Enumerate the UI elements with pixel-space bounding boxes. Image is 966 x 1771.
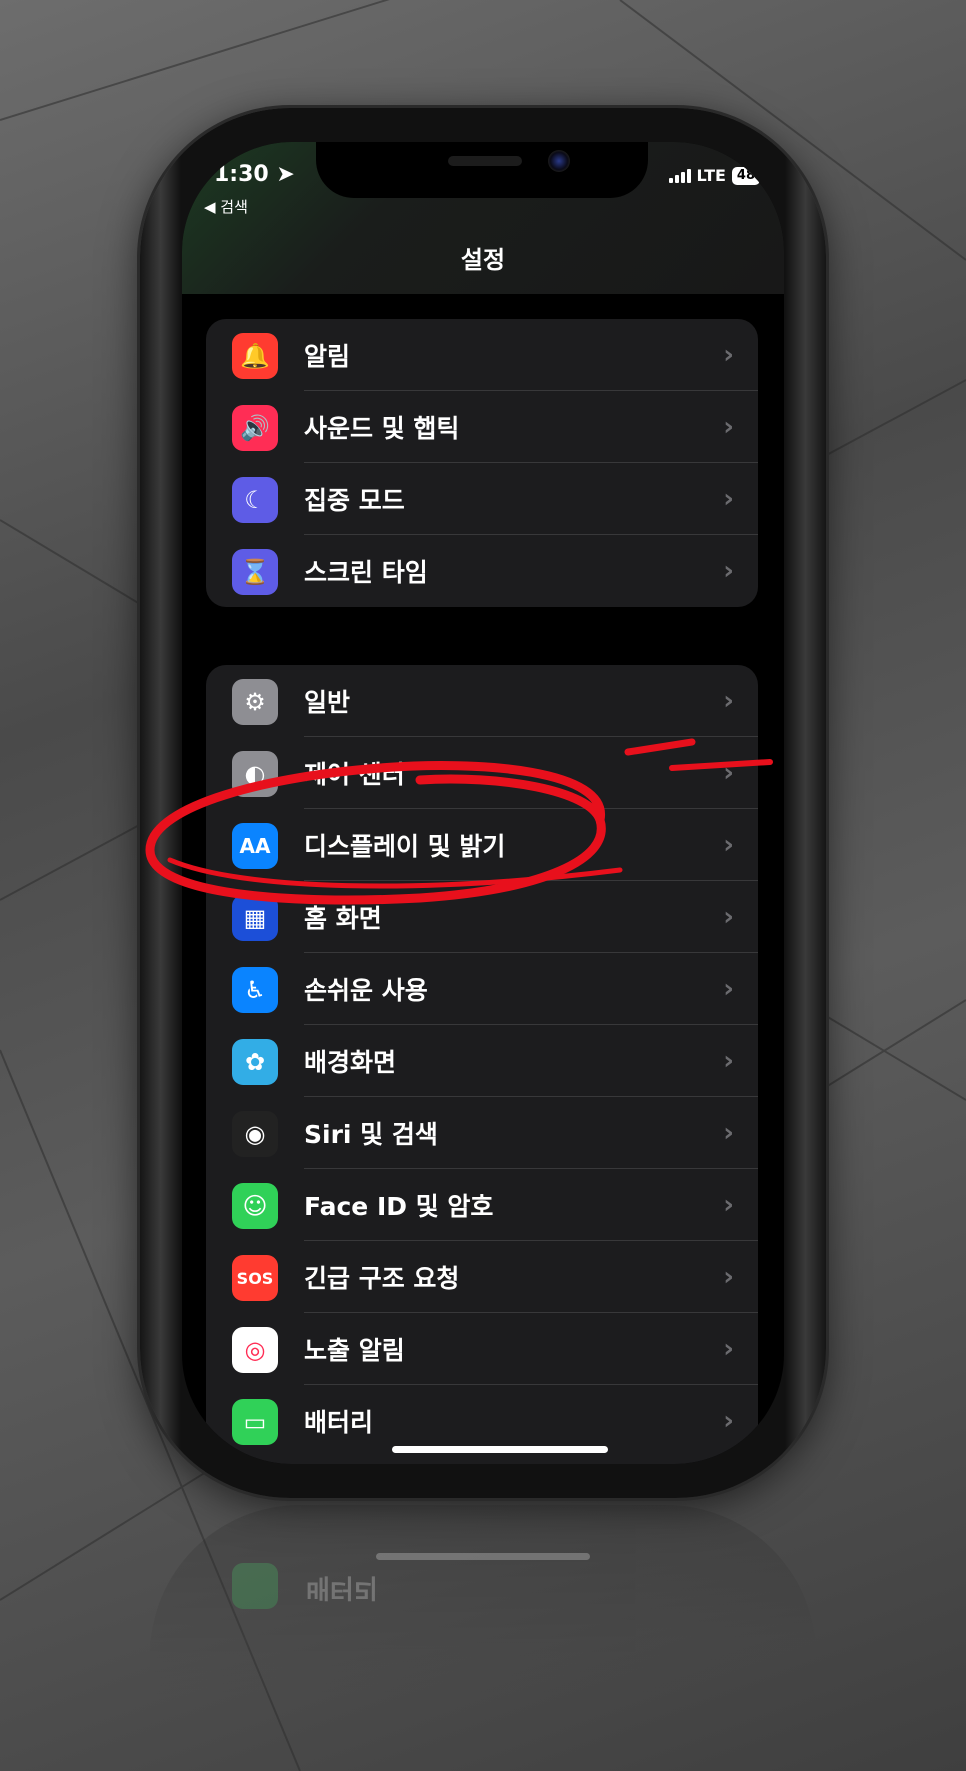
settings-row-label: 손쉬운 사용	[304, 976, 428, 1005]
settings-row-label: 사운드 및 햅틱	[304, 414, 460, 443]
settings-row[interactable]: SOS 긴급 구조 요청 ›	[206, 1241, 758, 1313]
chevron-right-icon: ›	[723, 412, 734, 442]
settings-row-label: 알림	[304, 342, 351, 371]
chevron-right-icon: ›	[723, 1406, 734, 1436]
settings-row[interactable]: AA 디스플레이 및 밝기 ›	[206, 809, 758, 881]
status-time: 1:30 ➤	[214, 162, 295, 187]
chevron-right-icon: ›	[723, 1262, 734, 1292]
settings-row[interactable]: ◐ 제어 센터 ›	[206, 737, 758, 809]
hourglass-icon: ⌛	[232, 549, 278, 595]
chevron-right-icon: ›	[723, 340, 734, 370]
settings-row[interactable]: ✿ 배경화면 ›	[206, 1025, 758, 1097]
network-type: LTE	[696, 166, 726, 185]
settings-row-label: 제어 센터	[304, 760, 405, 789]
settings-row[interactable]: ☾ 집중 모드 ›	[206, 463, 758, 535]
chevron-right-icon: ›	[723, 1334, 734, 1364]
speaker-icon: 🔊	[232, 405, 278, 451]
bell-icon: 🔔	[232, 333, 278, 379]
toggle-icon: ◐	[232, 751, 278, 797]
settings-row[interactable]: 🔊 사운드 및 햅틱 ›	[206, 391, 758, 463]
home-grid-icon: ▦	[232, 895, 278, 941]
flower-icon: ✿	[232, 1039, 278, 1085]
chevron-right-icon: ›	[723, 556, 734, 586]
moon-icon: ☾	[232, 477, 278, 523]
reflection-home-bar	[376, 1553, 590, 1560]
reflection-label: 배터리	[306, 1572, 378, 1602]
settings-row[interactable]: ▦ 홈 화면 ›	[206, 881, 758, 953]
phone-screen: 1:30 ➤ ◀ 검색 LTE 48 설정 🔔 알림 › 🔊 사운드 및 햅틱 › ☾ 집중 …	[182, 142, 784, 1464]
chevron-right-icon: ›	[723, 686, 734, 716]
home-indicator[interactable]	[392, 1446, 608, 1453]
settings-row[interactable]: ⌛ 스크린 타임 ›	[206, 535, 758, 607]
settings-row-label: 노출 알림	[304, 1336, 405, 1365]
text-size-icon: AA	[232, 823, 278, 869]
settings-row[interactable]: 🔔 알림 ›	[206, 319, 758, 391]
siri-icon: ◉	[232, 1111, 278, 1157]
accessibility-icon: ♿	[232, 967, 278, 1013]
settings-row[interactable]: ⚙ 일반 ›	[206, 665, 758, 737]
battery-icon: ▭	[232, 1399, 278, 1445]
settings-row-label: 배터리	[304, 1408, 374, 1437]
settings-row-label: 스크린 타임	[304, 558, 428, 587]
settings-row[interactable]: ☺ Face ID 및 암호 ›	[206, 1169, 758, 1241]
settings-row-label: 디스플레이 및 밝기	[304, 832, 506, 861]
chevron-right-icon: ›	[723, 758, 734, 788]
location-arrow-icon: ➤	[276, 162, 295, 187]
settings-row-label: 홈 화면	[304, 904, 382, 933]
chevron-right-icon: ›	[723, 1046, 734, 1076]
chevron-right-icon: ›	[723, 830, 734, 860]
settings-row-label: Face ID 및 암호	[304, 1192, 494, 1221]
sos-icon: SOS	[232, 1255, 278, 1301]
phone-frame: 1:30 ➤ ◀ 검색 LTE 48 설정 🔔 알림 › 🔊 사운드 및 햅틱 › ☾ 집중 …	[140, 108, 826, 1498]
reflection-battery-icon	[232, 1563, 278, 1609]
signal-icon	[668, 168, 691, 183]
battery-indicator: 48	[731, 166, 760, 185]
settings-row[interactable]: ◉ Siri 및 검색 ›	[206, 1097, 758, 1169]
settings-group-1: 🔔 알림 › 🔊 사운드 및 햅틱 › ☾ 집중 모드 › ⌛ 스크린 타임 ›	[206, 319, 758, 607]
exposure-icon: ◎	[232, 1327, 278, 1373]
earpiece-speaker	[448, 156, 522, 166]
front-camera	[548, 150, 570, 172]
page-title: 설정	[460, 246, 506, 274]
chevron-right-icon: ›	[723, 902, 734, 932]
chevron-right-icon: ›	[723, 484, 734, 514]
face-id-icon: ☺	[232, 1183, 278, 1229]
settings-row[interactable]: ♿ 손쉬운 사용 ›	[206, 953, 758, 1025]
settings-group-2: ⚙ 일반 › ◐ 제어 센터 › AA 디스플레이 및 밝기 › ▦ 홈 화면 › ♿ 손쉬운 사용 › ✿ 배…	[206, 665, 758, 1464]
settings-row-label: 일반	[304, 688, 351, 717]
chevron-right-icon: ›	[723, 974, 734, 1004]
status-indicators: LTE 48	[668, 166, 760, 185]
notch	[316, 142, 648, 198]
settings-row-label: 배경화면	[304, 1048, 397, 1077]
settings-row-label: 집중 모드	[304, 486, 405, 515]
settings-row-label: 긴급 구조 요청	[304, 1264, 460, 1293]
gear-icon: ⚙	[232, 679, 278, 725]
settings-row[interactable]: ◎ 노출 알림 ›	[206, 1313, 758, 1385]
chevron-right-icon: ›	[723, 1190, 734, 1220]
settings-row-label: Siri 및 검색	[304, 1120, 438, 1149]
phone-reflection: 배터리	[150, 1505, 816, 1695]
chevron-right-icon: ›	[723, 1118, 734, 1148]
back-to-search-link[interactable]: ◀ 검색	[204, 196, 248, 217]
